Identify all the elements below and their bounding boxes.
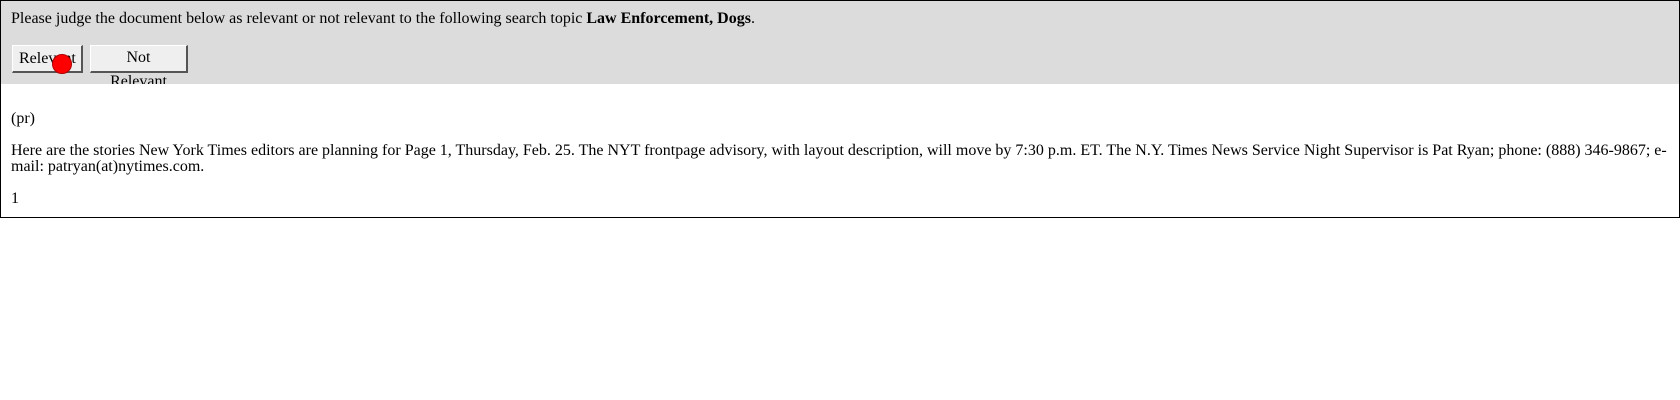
relevant-button[interactable]: Relevant [12,45,83,73]
document-body: Here are the stories New York Times edit… [11,142,1667,175]
prompt-text: Please judge the document below as relev… [11,10,587,27]
document-panel: (pr) Here are the stories New York Times… [0,84,1680,218]
document-tag: (pr) [11,110,35,127]
prompt-suffix: . [750,10,755,27]
search-topic: Law Enforcement, Dogs [586,10,751,27]
not-relevant-button[interactable]: Not Relevant [90,45,188,90]
judgment-prompt: Please judge the document below as relev… [11,9,755,28]
cursor-marker [52,54,72,74]
page-number: 1 [11,190,19,207]
judgment-panel: Please judge the document below as relev… [0,0,1680,90]
